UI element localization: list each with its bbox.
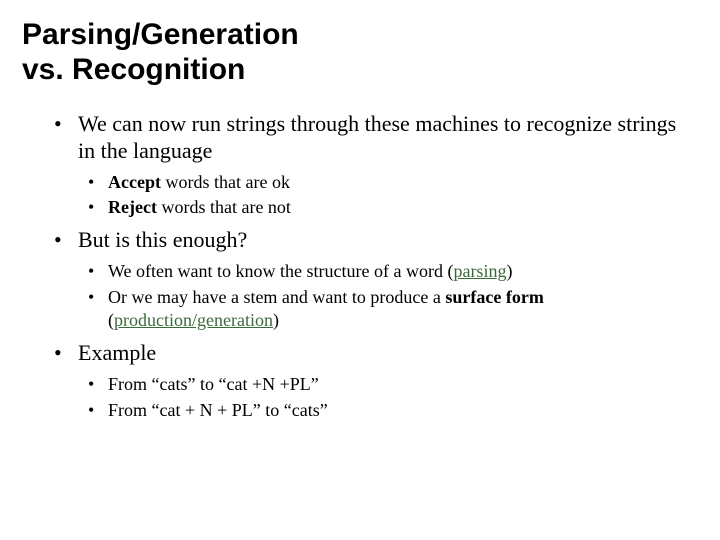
bullet-1-sub-1: Accept words that are ok — [108, 171, 698, 194]
b2s2-pre: Or we may have a stem and want to produc… — [108, 287, 445, 307]
b2s2-post: ) — [273, 310, 279, 330]
bullet-3: Example From “cats” to “cat +N +PL” From… — [78, 340, 698, 422]
accept-rest: words that are ok — [161, 172, 290, 192]
slide-title: Parsing/Generation vs. Recognition — [22, 18, 698, 87]
bullet-2: But is this enough? We often want to kno… — [78, 227, 698, 332]
production-generation-term: production/generation — [114, 310, 273, 330]
b2s1-pre: We often want to know the structure of a… — [108, 261, 453, 281]
b3s1-text: From “cats” to “cat +N +PL” — [108, 374, 319, 394]
b3s2-text: From “cat + N + PL” to “cats” — [108, 400, 328, 420]
accept-label: Accept — [108, 172, 161, 192]
bullet-2-sub: We often want to know the structure of a… — [78, 260, 698, 332]
bullet-list: We can now run strings through these mac… — [22, 111, 698, 422]
reject-label: Reject — [108, 197, 157, 217]
title-line-2: vs. Recognition — [22, 53, 245, 86]
bullet-2-text: But is this enough? — [78, 227, 247, 252]
reject-rest: words that are not — [157, 197, 291, 217]
bullet-3-sub: From “cats” to “cat +N +PL” From “cat + … — [78, 373, 698, 422]
title-line-1: Parsing/Generation — [22, 18, 299, 51]
bullet-3-sub-1: From “cats” to “cat +N +PL” — [108, 373, 698, 396]
surface-form-bold: surface form — [445, 287, 543, 307]
bullet-3-text: Example — [78, 340, 156, 365]
bullet-1: We can now run strings through these mac… — [78, 111, 698, 219]
parsing-term: parsing — [453, 261, 506, 281]
bullet-3-sub-2: From “cat + N + PL” to “cats” — [108, 399, 698, 422]
bullet-1-sub-2: Reject words that are not — [108, 196, 698, 219]
b2s1-post: ) — [506, 261, 512, 281]
bullet-2-sub-2: Or we may have a stem and want to produc… — [108, 286, 698, 333]
bullet-1-text: We can now run strings through these mac… — [78, 111, 676, 163]
bullet-2-sub-1: We often want to know the structure of a… — [108, 260, 698, 283]
bullet-1-sub: Accept words that are ok Reject words th… — [78, 171, 698, 220]
